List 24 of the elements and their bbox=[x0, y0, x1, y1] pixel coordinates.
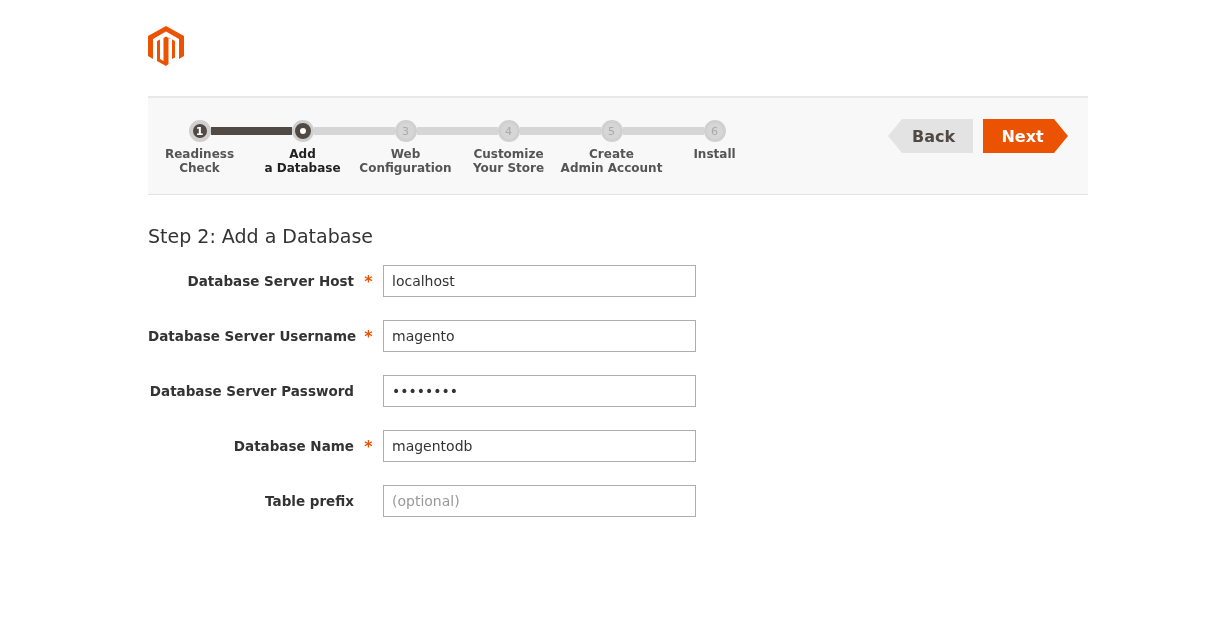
step-label: Install bbox=[693, 147, 736, 161]
input-field[interactable]: magentodb bbox=[383, 430, 696, 462]
step-marker: 1 bbox=[188, 120, 211, 142]
next-button[interactable]: Next bbox=[983, 119, 1068, 153]
required-mark: * bbox=[363, 271, 374, 291]
input-field[interactable]: magento bbox=[383, 320, 696, 352]
step-label: Create Admin Account bbox=[560, 147, 663, 175]
page-heading: Step 2: Add a Database bbox=[148, 225, 374, 247]
field-label: Database Server Password bbox=[148, 383, 354, 399]
step-label: Add a Database bbox=[264, 147, 341, 175]
field-label: Database Server Host bbox=[186, 273, 354, 289]
step-label: Web Configuration bbox=[359, 147, 452, 175]
required-mark: * bbox=[363, 436, 374, 456]
required-mark: * bbox=[363, 326, 374, 346]
field-label: Database Server Username bbox=[148, 328, 354, 344]
back-button[interactable]: Back bbox=[888, 119, 973, 153]
input-field[interactable]: (optional) bbox=[383, 485, 696, 517]
field-label: Table prefix bbox=[264, 493, 354, 509]
logo-icon bbox=[148, 26, 184, 66]
input-field[interactable]: localhost bbox=[383, 265, 696, 297]
step-label: Readiness Check bbox=[164, 147, 235, 175]
step-label: Customize Your Store bbox=[472, 147, 545, 175]
field-label: Database Name bbox=[232, 438, 354, 454]
input-field[interactable]: •••••••• bbox=[383, 375, 696, 407]
